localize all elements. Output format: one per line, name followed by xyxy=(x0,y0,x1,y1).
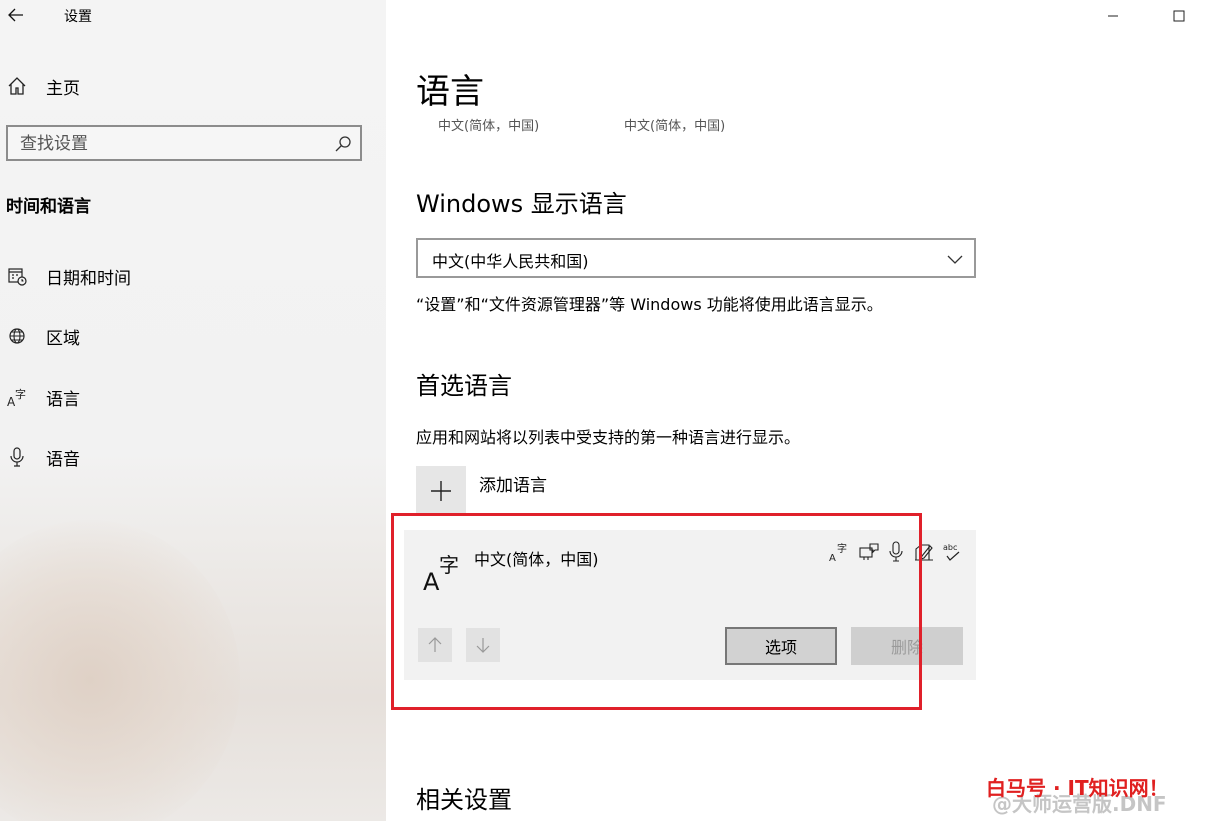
maximize-button[interactable] xyxy=(1164,4,1194,28)
add-language-label[interactable]: 添加语言 xyxy=(479,471,547,496)
plus-icon xyxy=(431,481,451,501)
search-icon[interactable] xyxy=(334,135,352,153)
title-bar: 设置 xyxy=(0,0,386,32)
svg-text:abc: abc xyxy=(943,543,957,552)
globe-icon xyxy=(6,325,28,347)
annotation-highlight-box xyxy=(391,513,922,710)
nav-home-label: 主页 xyxy=(46,78,80,99)
minimize-button[interactable] xyxy=(1098,4,1128,28)
app-title: 设置 xyxy=(64,9,92,25)
display-language-dropdown[interactable]: 中文(中华人民共和国) xyxy=(416,238,976,278)
spell-check-icon: abc xyxy=(943,543,960,561)
nav-date-time-label: 日期和时间 xyxy=(46,268,131,289)
search-box xyxy=(6,125,362,161)
svg-text:字: 字 xyxy=(15,387,26,401)
nav-region-label: 区域 xyxy=(46,328,80,349)
nav-language[interactable]: A 字 语言 xyxy=(0,377,386,417)
maximize-icon xyxy=(1173,10,1185,22)
preferred-languages-description: 应用和网站将以列表中受支持的第一种语言进行显示。 xyxy=(416,428,801,447)
section-title: 时间和语言 xyxy=(6,197,91,217)
nav-home[interactable]: 主页 xyxy=(0,66,386,106)
background-blur xyxy=(0,520,240,821)
nav-region[interactable]: 区域 xyxy=(0,316,386,356)
back-button[interactable] xyxy=(4,2,28,28)
microphone-icon xyxy=(6,446,28,468)
display-language-description: “设置”和“文件资源管理器”等 Windows 功能将使用此语言显示。 xyxy=(416,295,883,314)
nav-speech[interactable]: 语音 xyxy=(0,437,386,477)
sidebar: 设置 主页 时间和语言 日期和时间 xyxy=(0,0,386,821)
back-arrow-icon xyxy=(8,8,23,22)
chevron-down-icon xyxy=(947,255,963,264)
watermark-main: 白马号 · IT知识网！ xyxy=(986,776,1169,800)
nav-language-label: 语言 xyxy=(46,389,80,410)
nav-date-time[interactable]: 日期和时间 xyxy=(0,256,386,296)
add-language-button[interactable] xyxy=(416,466,466,516)
page-title: 语言 xyxy=(416,72,484,112)
preferred-languages-heading: 首选语言 xyxy=(416,372,512,400)
current-language-label: 中文(简体，中国) xyxy=(438,119,540,134)
minimize-icon xyxy=(1108,15,1118,17)
language-icon: A 字 xyxy=(6,386,28,408)
search-input[interactable] xyxy=(20,132,320,156)
home-icon xyxy=(6,75,28,97)
regional-format-label: 中文(简体，中国) xyxy=(624,119,726,134)
nav-speech-label: 语音 xyxy=(46,449,80,470)
calendar-clock-icon xyxy=(6,265,28,287)
main-pane: 语言 中文(简体，中国) 中文(简体，中国) Windows 显示语言 中文(中… xyxy=(386,0,1216,821)
watermark: @大师运营版.DNF 白马号 · IT知识网！ xyxy=(986,772,1211,816)
display-language-heading: Windows 显示语言 xyxy=(416,190,627,218)
display-language-value: 中文(中华人民共和国) xyxy=(432,252,589,271)
related-settings-heading: 相关设置 xyxy=(416,786,512,814)
